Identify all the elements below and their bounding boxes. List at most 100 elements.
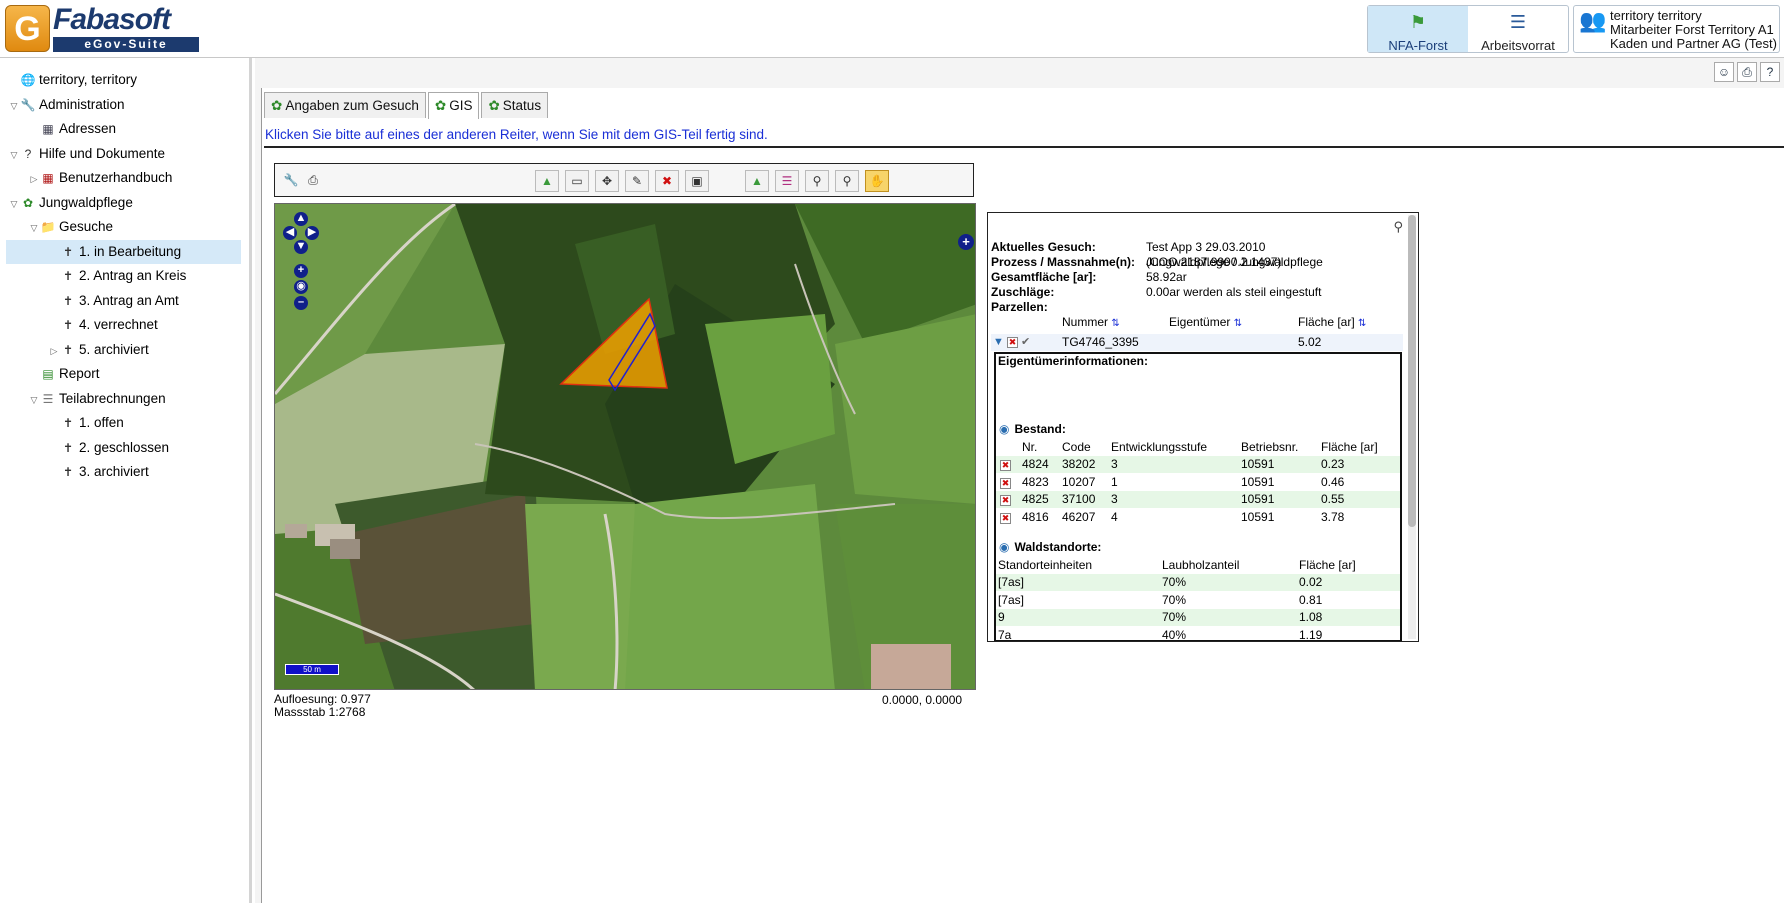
tree-item[interactable]: ✝ 1. in Bearbeitung xyxy=(6,239,241,264)
tree-item[interactable]: ▽ 🔧 Administration xyxy=(0,93,249,118)
table-cell: 10591 xyxy=(1241,457,1275,471)
tree-item[interactable]: ▷ ✝ 5. archiviert xyxy=(0,338,249,363)
logo-subtitle: eGov-Suite xyxy=(53,37,199,52)
table-cell: 70% xyxy=(1162,610,1187,625)
tab-nfa-forst[interactable]: ⚑ NFA-Forst xyxy=(1368,6,1468,53)
print-icon[interactable]: ⎙ xyxy=(301,170,325,192)
bestand-section-title[interactable]: ◉ Bestand: xyxy=(999,422,1066,436)
save-icon[interactable]: ▣ xyxy=(685,170,709,192)
field-prozess: Prozess / Massnahme(n): Jungwaldpflege /… xyxy=(991,255,1403,270)
panel-scrollbar[interactable] xyxy=(1408,215,1416,639)
print-icon[interactable]: ⎙ xyxy=(1737,62,1757,82)
expanded-toggle-icon[interactable]: ▽ xyxy=(8,143,20,167)
delete-polygon-icon[interactable]: ✖ xyxy=(655,170,679,192)
layer-tree-icon[interactable]: ▲ xyxy=(745,170,769,192)
check-icon[interactable]: ✔ xyxy=(1021,334,1030,351)
expand-icon[interactable]: ▼ xyxy=(993,334,1004,351)
table-cell: 3 xyxy=(1111,457,1118,471)
zoom-in-button[interactable]: + xyxy=(294,264,308,278)
pan-hand-icon[interactable]: ✋ xyxy=(865,170,889,192)
pan-down-button[interactable]: ▼ xyxy=(294,240,308,254)
globe-icon[interactable]: ◉ xyxy=(294,280,308,294)
tree-item[interactable]: ▤ Report xyxy=(0,362,249,387)
field-key: Prozess / Massnahme(n): xyxy=(991,255,1136,269)
waldstandorte-section-title[interactable]: ◉ Waldstandorte: xyxy=(999,540,1101,554)
map-coordinates: 0.0000, 0.0000 xyxy=(882,693,963,707)
gis-map[interactable]: ▲ ◀ ▶ ▼ + ◉ – + 50 m xyxy=(274,203,976,690)
delete-icon[interactable]: ✖ xyxy=(1000,477,1011,489)
delete-icon[interactable]: ✖ xyxy=(1000,460,1011,471)
bestand-header-row: Nr. Code Entwicklungsstufe Betriebsnr. F… xyxy=(996,439,1400,456)
table-cell: 0.81 xyxy=(1299,592,1323,607)
tree-item[interactable]: ▦ Adressen xyxy=(0,117,249,142)
move-icon[interactable]: ✥ xyxy=(595,170,619,192)
collapsed-toggle-icon[interactable]: ▷ xyxy=(48,339,60,363)
col-eigentuemer-header[interactable]: Eigentümer ⇅ xyxy=(1169,315,1242,329)
waldstandort-row[interactable]: 9 70% 1.08 xyxy=(996,609,1400,627)
tab-arbeitsvorrat[interactable]: ☰ Arbeitsvorrat xyxy=(1468,6,1568,53)
col-flaeche-header[interactable]: Fläche [ar] ⇅ xyxy=(1298,315,1366,329)
tree-item[interactable]: ✝ 3. archiviert xyxy=(0,460,249,485)
bestand-row[interactable]: ✖ 4823 10207 1 10591 0.46 xyxy=(996,474,1400,491)
legend-icon[interactable]: ☰ xyxy=(775,170,799,192)
tree-item-label: 1. in Bearbeitung xyxy=(79,243,182,259)
waldstandort-row[interactable]: [7as] 70% 0.02 xyxy=(996,574,1400,591)
column-header: Nr. xyxy=(1022,440,1038,454)
parzelle-row[interactable]: ▼ ✖ ✔ TG4746_3395 5.02 xyxy=(991,334,1403,351)
table-cell: [7as] xyxy=(998,575,1025,589)
zoom-out-button[interactable]: – xyxy=(294,296,308,310)
bestand-row[interactable]: ✖ 4825 37100 3 10591 0.55 xyxy=(996,491,1400,509)
table-cell: 38202 xyxy=(1062,457,1096,471)
main-toolbar: ☺ ⎙ ? xyxy=(1714,62,1780,82)
instruction-text: Klicken Sie bitte auf eines der anderen … xyxy=(264,126,1784,148)
tree-item[interactable]: ✝ 3. Antrag an Amt xyxy=(0,289,249,314)
bestand-row[interactable]: ✖ 4824 38202 3 10591 0.23 xyxy=(996,456,1400,473)
tree-item[interactable]: ✝ 2. Antrag an Kreis xyxy=(0,264,249,289)
scale-bar: 50 m xyxy=(285,664,339,675)
draw-polygon-icon[interactable]: ▭ xyxy=(565,170,589,192)
collapsed-toggle-icon[interactable]: ▷ xyxy=(28,167,40,191)
tab-angaben-zum-gesuch[interactable]: ✿ Angaben zum Gesuch xyxy=(264,92,426,118)
tree-item[interactable]: ▽ 📁 Gesuche xyxy=(0,215,249,240)
tools-icon[interactable]: 🔧 xyxy=(279,170,303,192)
delete-icon[interactable]: ✖ xyxy=(1000,495,1011,507)
group-icon[interactable]: ☺ xyxy=(1714,62,1734,82)
add-area-icon[interactable]: ▲ xyxy=(535,170,559,192)
tree-item[interactable]: ▽? Hilfe und Dokumente xyxy=(0,142,249,167)
layer-switcher-button[interactable]: + xyxy=(958,234,974,250)
col-nummer-header[interactable]: Nummer ⇅ xyxy=(1062,315,1120,329)
fabasoft-logo[interactable]: G Fabasoft eGov-Suite xyxy=(5,5,199,52)
table-cell: 0.23 xyxy=(1321,457,1345,471)
pan-right-button[interactable]: ▶ xyxy=(305,226,319,240)
edit-icon[interactable]: ✎ xyxy=(625,170,649,192)
expanded-toggle-icon[interactable]: ▽ xyxy=(8,192,20,216)
delete-icon[interactable]: ✖ xyxy=(1000,513,1011,525)
bestand-row[interactable]: ✖ 4816 46207 4 10591 3.78 xyxy=(996,509,1400,526)
expanded-toggle-icon[interactable]: ▽ xyxy=(28,216,40,240)
delete-icon[interactable]: ✖ xyxy=(1007,337,1018,348)
table-cell: 70% xyxy=(1162,575,1187,589)
pan-up-button[interactable]: ▲ xyxy=(294,212,308,226)
tab-status[interactable]: ✿ Status xyxy=(481,92,549,118)
tree-item[interactable]: ▽ ✿ Jungwaldpflege xyxy=(0,191,249,216)
tree-item[interactable]: ✝ 4. verrechnet xyxy=(0,313,249,338)
search-icon[interactable]: ⚲ xyxy=(1393,219,1403,235)
column-header: Laubholzanteil xyxy=(1162,558,1240,572)
zoom-extent-icon[interactable]: ⚲ xyxy=(805,170,829,192)
help-icon[interactable]: ? xyxy=(1760,62,1780,82)
zoom-icon[interactable]: ⚲ xyxy=(835,170,859,192)
user-info[interactable]: 👥 territory territory Mitarbeiter Forst … xyxy=(1573,5,1780,53)
tree-item[interactable]: ▷ ▦ Benutzerhandbuch xyxy=(0,166,249,191)
pan-zoom-control: ▲ ◀ ▶ ▼ + ◉ – xyxy=(283,212,319,326)
tab-gis[interactable]: ✿ GIS xyxy=(427,92,480,119)
column-header: Code xyxy=(1062,440,1091,454)
tree-item[interactable]: ✝ 1. offen xyxy=(0,411,249,436)
expanded-toggle-icon[interactable]: ▽ xyxy=(28,388,40,412)
waldstandort-row[interactable]: [7as] 70% 0.81 xyxy=(996,592,1400,609)
waldstandort-row[interactable]: 7a 40% 1.19 xyxy=(996,627,1400,641)
tree-item[interactable]: ▽ ☰ Teilabrechnungen xyxy=(0,387,249,412)
tree-item[interactable]: 🌐 territory, territory xyxy=(0,68,249,93)
tree-item[interactable]: ✝ 2. geschlossen xyxy=(0,436,249,461)
expanded-toggle-icon[interactable]: ▽ xyxy=(8,94,20,118)
pan-left-button[interactable]: ◀ xyxy=(283,226,297,240)
